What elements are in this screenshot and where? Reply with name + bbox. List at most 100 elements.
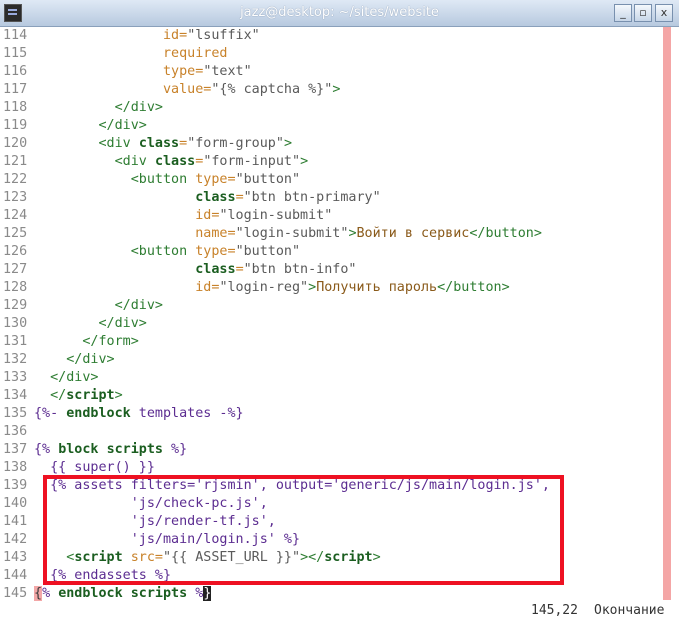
code-line[interactable]: 129 </div> [0,297,679,315]
code-token: </div> [50,370,99,385]
code-text[interactable]: {%- endblock templates -%} [34,405,244,423]
code-line[interactable]: 125 name="login-submit">Войти в сервис</… [0,225,679,243]
code-text[interactable]: </script> [34,387,123,405]
line-number: 134 [3,388,28,403]
code-line[interactable]: 119 </div> [0,117,679,135]
code-text[interactable]: </div> [34,315,147,333]
code-token: "login-submit" [235,226,349,241]
code-text[interactable]: id="lsuffix" [34,27,260,45]
line-number: 121 [3,154,28,169]
code-text[interactable]: name="login-submit">Войти в сервис</butt… [34,225,542,243]
code-token: script [66,388,115,403]
code-token: block [58,442,99,457]
code-token: </div> [66,352,115,367]
code-line[interactable]: 116 type="text" [0,63,679,81]
code-text[interactable]: <button type="button" [34,171,300,189]
code-line[interactable]: 134 </script> [0,387,679,405]
code-token: endblock [66,406,131,421]
window-title: jazz@desktop: ~/sites/website [240,5,439,20]
code-token: "form-input" [203,154,301,169]
code-line[interactable]: 123 class="btn btn-primary" [0,189,679,207]
line-number: 127 [3,262,28,277]
code-line[interactable]: 133 </div> [0,369,679,387]
code-token: "text" [203,64,252,79]
line-number: 125 [3,226,28,241]
code-text[interactable]: </div> [34,351,115,369]
code-line[interactable]: 118 </div> [0,99,679,117]
code-token: </button> [437,280,510,295]
code-line[interactable]: 128 id="login-reg">Получить пароль</butt… [0,279,679,297]
code-token: Получить пароль [316,280,438,295]
code-token: class [195,262,236,277]
code-text[interactable]: </div> [34,99,163,117]
code-text[interactable]: required [34,45,228,63]
vim-editor[interactable]: 114 id="lsuffix" 115 required 116 type="te… [0,27,679,630]
code-token: > [332,82,341,97]
title-bar[interactable]: jazz@desktop: ~/sites/website _ ▫ x [0,0,679,27]
code-text[interactable]: {% block scripts %} [34,441,187,459]
code-line[interactable]: 131 </form> [0,333,679,351]
code-text[interactable]: class="btn btn-primary" [34,189,380,207]
code-text[interactable]: <div class="form-input"> [34,153,309,171]
code-line[interactable]: 114 id="lsuffix" [0,27,679,45]
line-number: 136 [3,424,28,439]
code-text[interactable]: type="text" [34,63,252,81]
code-line[interactable]: 126 <button type="button" [0,243,679,261]
close-button[interactable]: x [655,4,673,22]
code-text[interactable]: </form> [34,333,138,351]
line-number: 128 [3,280,28,295]
code-token: class [138,136,180,151]
code-token: > [308,280,317,295]
code-text[interactable]: id="login-reg">Получить пароль</button> [34,279,510,297]
code-line[interactable]: 117 value="{% captcha %}"> [0,81,679,99]
code-token: </div> [98,118,147,133]
code-token: Войти в сервис [356,226,470,241]
code-line[interactable]: 120 <div class="form-group"> [0,135,679,153]
code-text[interactable]: value="{% captcha %}"> [34,81,340,99]
text-cursor: } [203,586,212,601]
code-line[interactable]: 135 {%- endblock templates -%} [0,405,679,423]
code-line[interactable]: 122 <button type="button" [0,171,679,189]
line-number: 117 [3,82,28,97]
code-text[interactable]: class="btn btn-info" [34,261,356,279]
code-token: "lsuffix" [187,28,260,43]
line-number: 120 [3,136,28,151]
code-token: > [283,136,292,151]
code-line[interactable]: 130 </div> [0,315,679,333]
line-number: 124 [3,208,28,223]
code-text[interactable]: id="login-submit" [34,207,332,225]
minimize-button[interactable]: _ [614,4,632,22]
code-line[interactable]: 132 </div> [0,351,679,369]
code-line[interactable]: 136 [0,423,679,441]
code-text[interactable]: </div> [34,117,147,135]
line-number: 122 [3,172,28,187]
scroll-position-label: Окончание [594,603,665,618]
code-token: </button> [469,226,542,241]
code-text[interactable]: </div> [34,297,163,315]
code-text[interactable]: <div class="form-group"> [34,135,293,153]
line-number: 126 [3,244,28,259]
code-text[interactable]: </div> [34,369,99,387]
line-number: 114 [3,28,28,43]
maximize-button[interactable]: ▫ [634,4,652,22]
code-line[interactable]: 124 id="login-submit" [0,207,679,225]
code-line[interactable]: 115 required [0,45,679,63]
code-line[interactable]: 127 class="btn btn-info" [0,261,679,279]
code-line[interactable]: 137 {% block scripts %} [0,441,679,459]
code-token: id= [195,208,220,223]
code-token: "form-group" [187,136,284,151]
code-line[interactable]: 121 <div class="form-input"> [0,153,679,171]
code-token: { [34,586,43,601]
code-text[interactable]: <button type="button" [34,243,300,261]
